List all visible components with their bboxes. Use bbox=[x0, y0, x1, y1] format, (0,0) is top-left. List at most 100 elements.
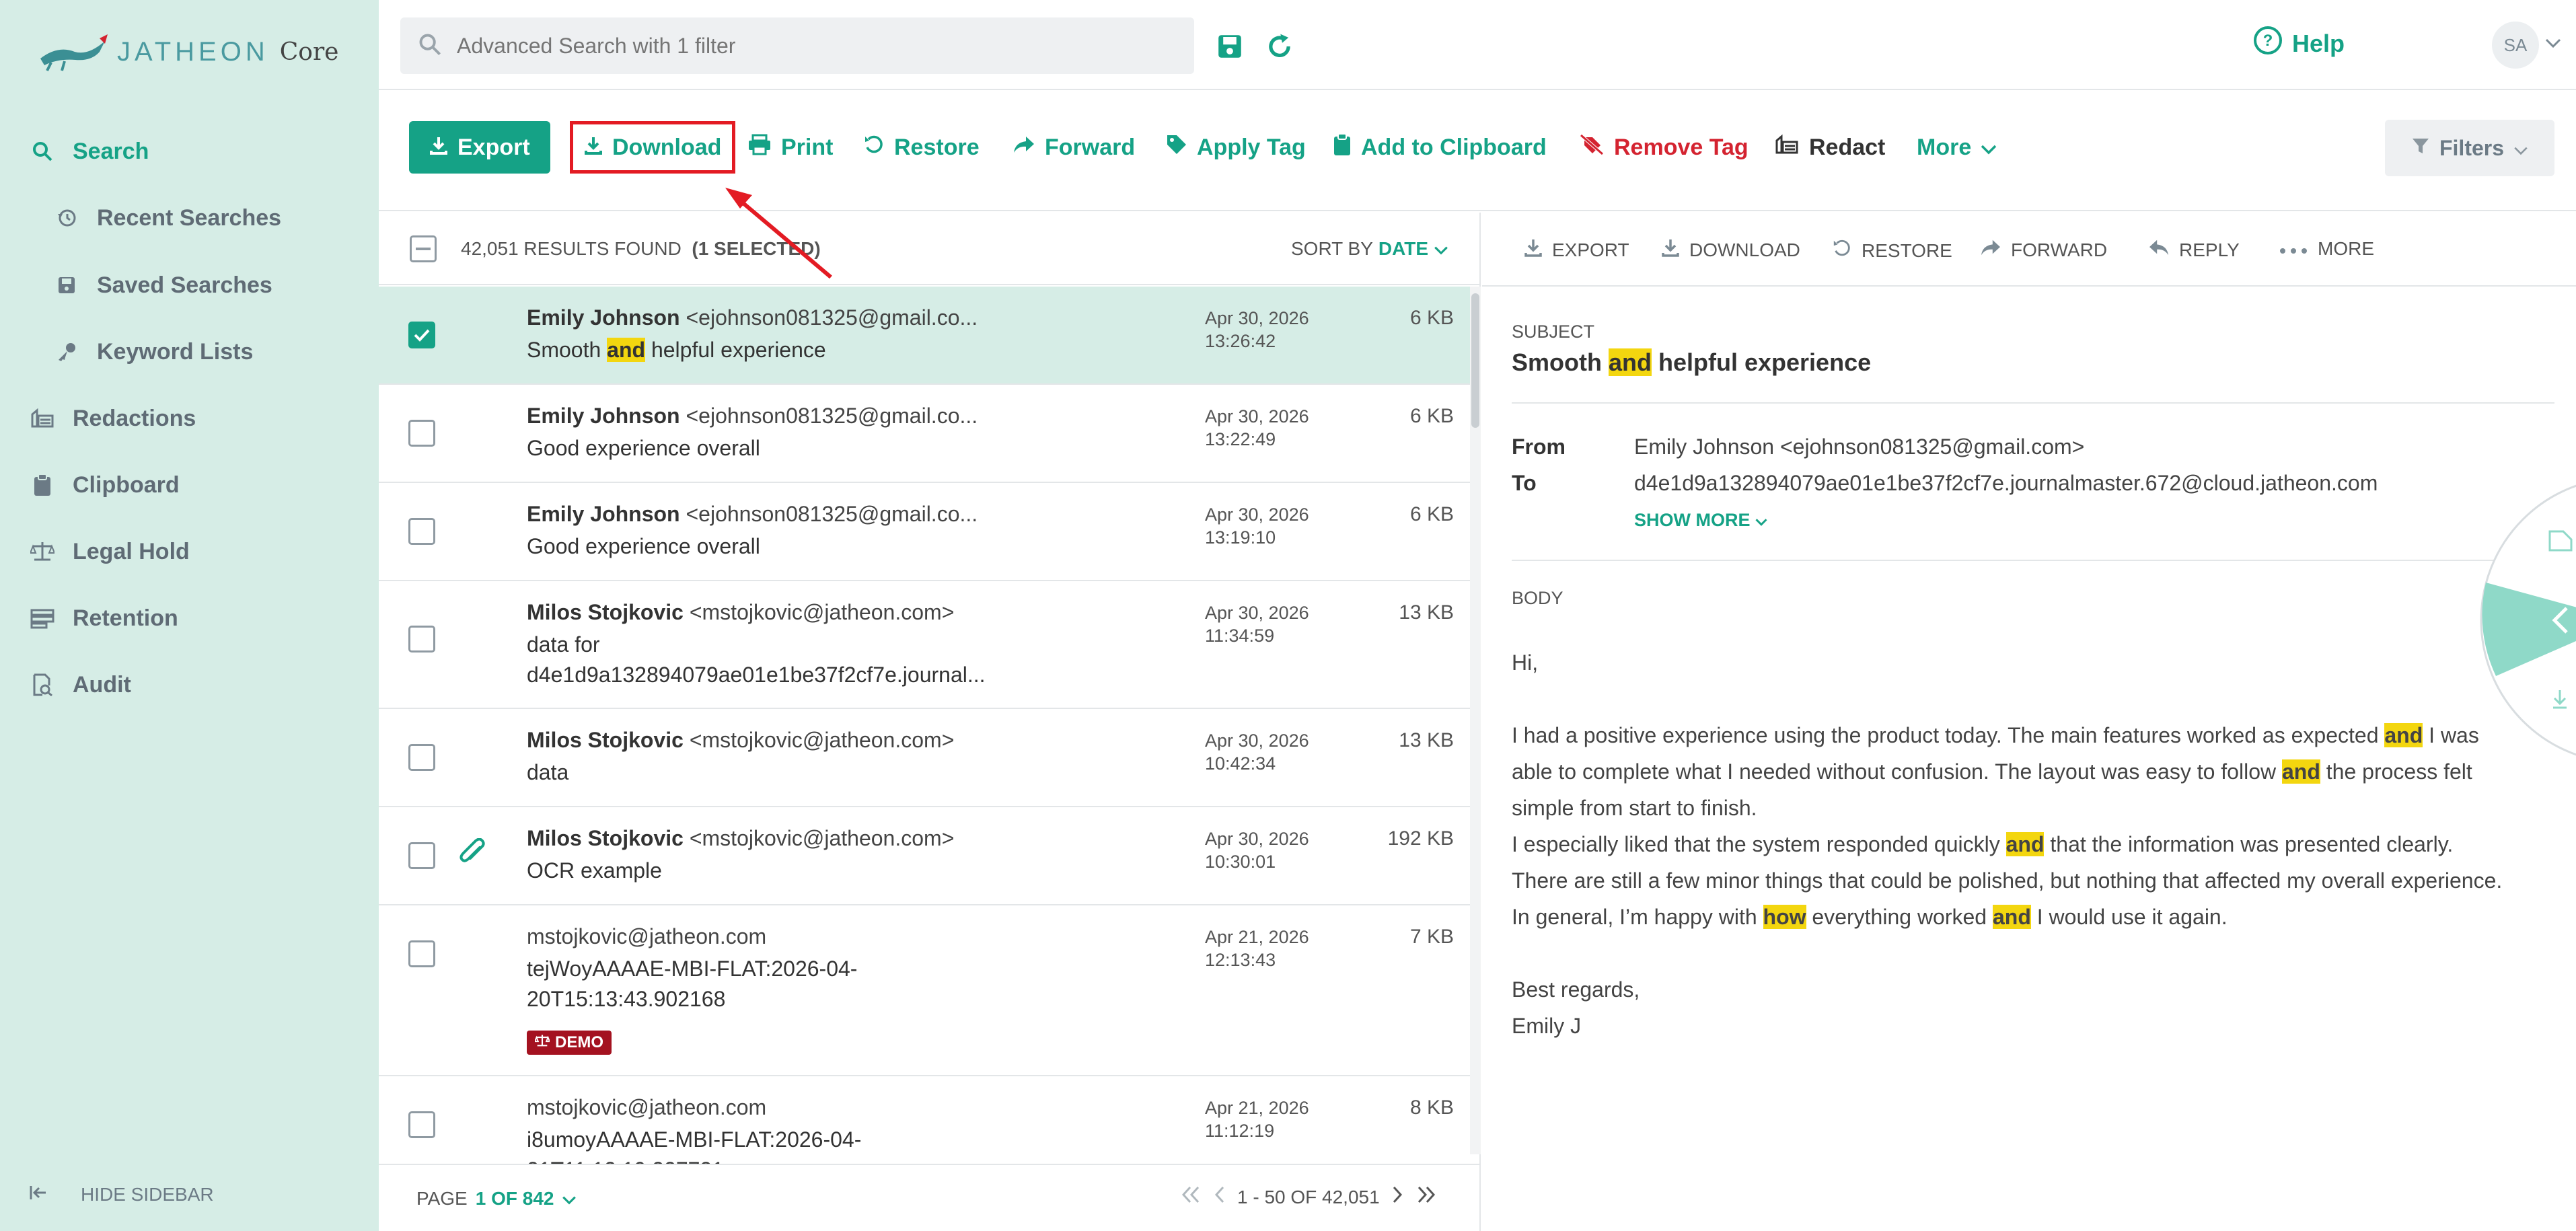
preview-more-button[interactable]: MORE bbox=[2279, 238, 2374, 260]
print-button[interactable]: Print bbox=[747, 121, 833, 174]
hide-sidebar-button[interactable]: HIDE SIDEBAR bbox=[30, 1184, 214, 1205]
first-page-icon[interactable] bbox=[1179, 1185, 1202, 1209]
list-item[interactable]: Emily Johnson <ejohnson081325@gmail.co..… bbox=[379, 385, 1470, 483]
date-text: Apr 21, 2026 bbox=[1205, 1098, 1309, 1118]
row-subject: data bbox=[527, 760, 569, 784]
sidebar-item-label: Saved Searches bbox=[97, 272, 272, 298]
chevron-down-icon[interactable] bbox=[2545, 38, 2561, 52]
row-checkbox[interactable] bbox=[408, 842, 435, 869]
sidebar-item-legal-hold[interactable]: Legal Hold bbox=[30, 531, 190, 572]
row-checkbox[interactable] bbox=[408, 518, 435, 545]
pagination-bar: PAGE 1 OF 842 1 - 50 OF 42,051 bbox=[379, 1164, 1481, 1231]
body-line: Emily J bbox=[1512, 1014, 1582, 1038]
subject-label: SUBJECT bbox=[1512, 322, 1595, 342]
clipboard-icon bbox=[1333, 133, 1352, 162]
key-icon bbox=[54, 339, 79, 365]
sidebar-item-search[interactable]: Search bbox=[30, 131, 149, 172]
top-header: ? Help SA bbox=[379, 0, 2576, 90]
row-size: 192 KB bbox=[1387, 827, 1454, 850]
sender-email: <mstojkovic@jatheon.com> bbox=[689, 826, 955, 850]
sidebar-item-redactions[interactable]: Redactions bbox=[30, 398, 196, 439]
list-item[interactable]: Emily Johnson <ejohnson081325@gmail.co..… bbox=[379, 483, 1470, 581]
list-item[interactable]: Milos Stojkovic <mstojkovic@jatheon.com>… bbox=[379, 581, 1470, 709]
search-input[interactable] bbox=[457, 33, 1130, 59]
row-date: Apr 30, 2026 11:34:59 bbox=[1205, 601, 1309, 647]
sidebar-item-saved-searches[interactable]: Saved Searches bbox=[54, 265, 272, 305]
body-highlight: how bbox=[1763, 905, 1806, 929]
sidebar-item-retention[interactable]: Retention bbox=[30, 598, 178, 638]
body-text: able to complete what I needed without c… bbox=[1512, 759, 2282, 784]
restore-button[interactable]: Restore bbox=[863, 121, 980, 174]
filters-button[interactable]: Filters bbox=[2385, 120, 2554, 176]
download-icon bbox=[1661, 238, 1680, 262]
export-button[interactable]: Export bbox=[409, 121, 550, 174]
list-item[interactable]: mstojkovic@jatheon.com tejWoyAAAAE-MBI-F… bbox=[379, 905, 1470, 1076]
row-checkbox[interactable] bbox=[408, 626, 435, 652]
message-subject: Smooth and helpful experience bbox=[1512, 348, 1871, 377]
time-text: 13:26:42 bbox=[1205, 331, 1276, 351]
help-link[interactable]: ? Help bbox=[2253, 26, 2345, 61]
row-subject: tejWoyAAAAE-MBI-FLAT:2026-04- 20T15:13:43… bbox=[527, 954, 1011, 1014]
sort-by-value: DATE bbox=[1378, 238, 1429, 259]
from-value: Emily Johnson <ejohnson081325@gmail.com> bbox=[1634, 435, 2085, 459]
sender-email: <mstojkovic@jatheon.com> bbox=[689, 728, 955, 752]
body-text: I would use it again. bbox=[2030, 905, 2228, 929]
row-checkbox[interactable] bbox=[408, 322, 435, 348]
list-item[interactable]: Emily Johnson <ejohnson081325@gmail.co..… bbox=[379, 287, 1470, 385]
scrollbar-thumb[interactable] bbox=[1471, 293, 1479, 428]
more-menu-button[interactable]: More bbox=[1917, 121, 1997, 174]
sidebar-item-clipboard[interactable]: Clipboard bbox=[30, 465, 180, 505]
subject-text: Smooth bbox=[1512, 348, 1609, 376]
row-size: 6 KB bbox=[1409, 405, 1454, 427]
dragon-logo-icon bbox=[40, 34, 108, 71]
remove-tag-button[interactable]: Remove Tag bbox=[1579, 121, 1749, 174]
brand-name: JATHEON bbox=[117, 36, 269, 67]
date-text: Apr 30, 2026 bbox=[1205, 505, 1309, 525]
preview-reply-label: REPLY bbox=[2179, 239, 2240, 260]
select-all-checkbox[interactable] bbox=[410, 235, 437, 262]
save-search-icon[interactable] bbox=[1216, 32, 1245, 62]
sidebar-item-audit[interactable]: Audit bbox=[30, 665, 131, 705]
redact-button[interactable]: Redact bbox=[1774, 121, 1885, 174]
sidebar-item-recent-searches[interactable]: Recent Searches bbox=[54, 198, 281, 238]
row-size: 8 KB bbox=[1409, 1096, 1454, 1119]
prev-page-icon[interactable] bbox=[1213, 1185, 1226, 1209]
avatar[interactable]: SA bbox=[2492, 22, 2539, 69]
body-text: I was bbox=[2423, 723, 2479, 747]
list-scrollbar[interactable] bbox=[1470, 287, 1481, 1154]
list-item[interactable]: Milos Stojkovic <mstojkovic@jatheon.com>… bbox=[379, 807, 1470, 905]
download-button[interactable]: Download bbox=[570, 121, 736, 174]
hide-sidebar-label: HIDE SIDEBAR bbox=[81, 1184, 214, 1205]
apply-tag-button[interactable]: Apply Tag bbox=[1166, 121, 1306, 174]
forward-button[interactable]: Forward bbox=[1013, 121, 1135, 174]
list-item[interactable]: Milos Stojkovic <mstojkovic@jatheon.com>… bbox=[379, 709, 1470, 807]
sidebar-item-keyword-lists[interactable]: Keyword Lists bbox=[54, 332, 253, 372]
row-checkbox[interactable] bbox=[408, 420, 435, 447]
preview-restore-button[interactable]: RESTORE bbox=[1832, 238, 1952, 263]
row-checkbox[interactable] bbox=[408, 940, 435, 967]
next-page-icon[interactable] bbox=[1391, 1185, 1404, 1209]
page-selector[interactable]: PAGE 1 OF 842 bbox=[416, 1188, 577, 1209]
sidebar-item-label: Retention bbox=[73, 605, 178, 631]
download-label: Download bbox=[612, 134, 722, 160]
preview-export-button[interactable]: EXPORT bbox=[1524, 238, 1629, 262]
add-to-clipboard-button[interactable]: Add to Clipboard bbox=[1333, 121, 1547, 174]
sort-by-control[interactable]: SORT BY DATE bbox=[1291, 238, 1448, 260]
show-more-link[interactable]: SHOW MORE bbox=[1634, 510, 1767, 531]
preview-forward-button[interactable]: FORWARD bbox=[1980, 238, 2107, 262]
refresh-icon[interactable] bbox=[1265, 32, 1295, 62]
sender-email: <ejohnson081325@gmail.co... bbox=[686, 502, 978, 526]
clipboard-icon bbox=[30, 472, 55, 498]
preview-download-button[interactable]: DOWNLOAD bbox=[1661, 238, 1800, 262]
sidebar-item-label: Clipboard bbox=[73, 472, 180, 498]
row-checkbox[interactable] bbox=[408, 744, 435, 771]
last-page-icon[interactable] bbox=[1415, 1185, 1438, 1209]
preview-export-label: EXPORT bbox=[1552, 239, 1629, 260]
subject-text: d4e1d9a132894079ae01e1be37f2cf7e.journal… bbox=[527, 663, 986, 687]
body-text: everything worked bbox=[1806, 905, 1993, 929]
show-more-label: SHOW MORE bbox=[1634, 510, 1751, 530]
list-item[interactable]: mstojkovic@jatheon.com i8umoyAAAAE-MBI-F… bbox=[379, 1076, 1470, 1164]
preview-reply-button[interactable]: REPLY bbox=[2148, 238, 2240, 262]
search-box[interactable] bbox=[400, 17, 1194, 74]
row-checkbox[interactable] bbox=[408, 1111, 435, 1138]
